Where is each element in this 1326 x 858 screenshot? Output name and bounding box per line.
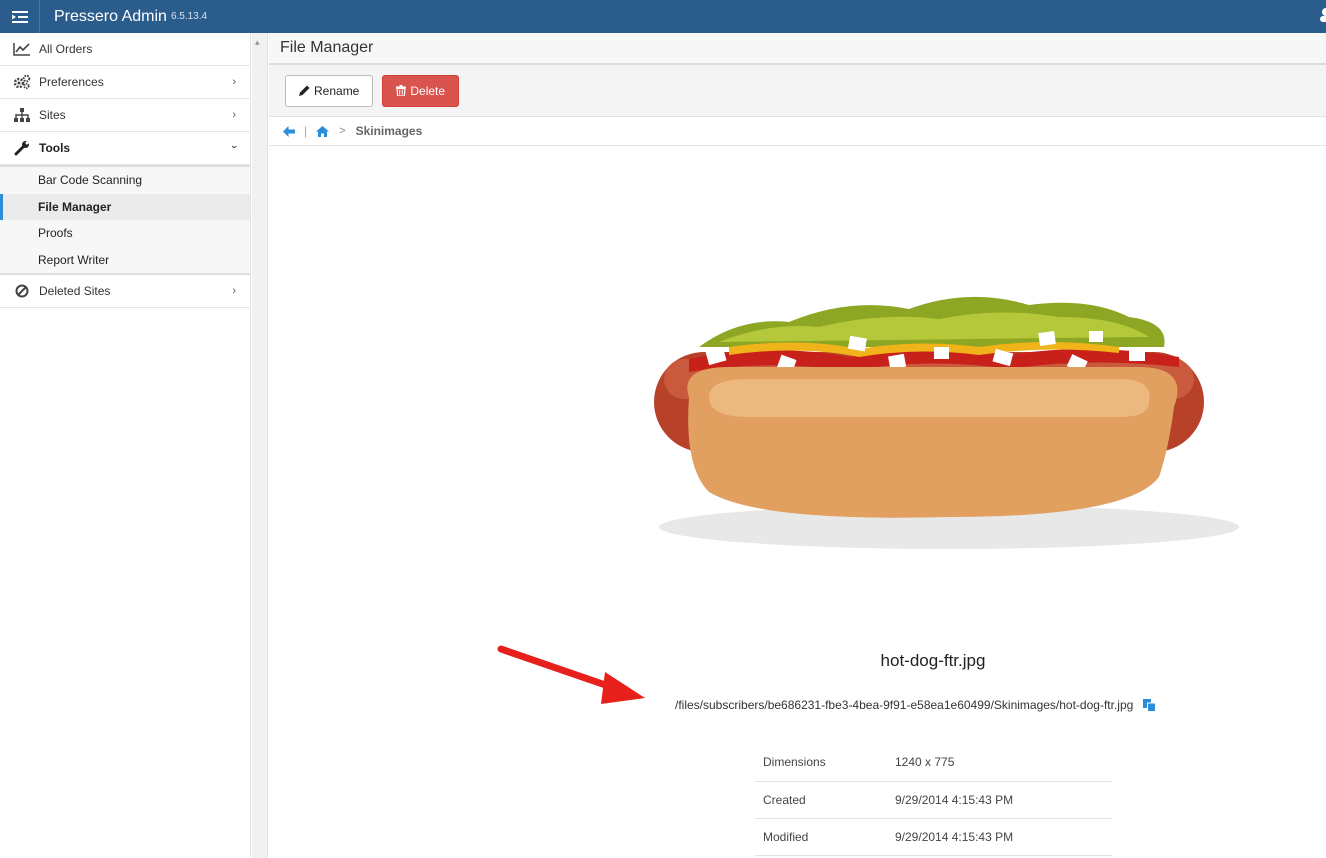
file-path-row: /files/subscribers/be686231-fbe3-4bea-9f… [675, 698, 1157, 712]
app-version: 6.5.13.4 [170, 11, 208, 22]
property-key: Dimensions [755, 744, 887, 782]
table-row: Dimensions 1240 x 775 [755, 744, 1112, 782]
sidebar-item-deleted-sites[interactable]: Deleted Sites › [0, 275, 250, 308]
wrench-icon [12, 140, 32, 156]
caret-up-icon[interactable]: ▴ [255, 37, 260, 48]
property-value: 9/29/2014 4:15:43 PM [887, 781, 1112, 819]
top-navbar: Pressero Admin 6.5.13.4 [0, 0, 1326, 33]
file-path: /files/subscribers/be686231-fbe3-4bea-9f… [675, 698, 1134, 712]
chevron-right-icon: › [232, 109, 236, 121]
sidebar-item-label: All Orders [39, 42, 93, 56]
gears-icon [12, 74, 32, 90]
rename-button[interactable]: Rename [285, 74, 374, 107]
property-value: 1240 x 775 [887, 744, 1112, 782]
sidebar-subitem-label: Report Writer [38, 252, 110, 267]
property-key: Created [755, 781, 887, 819]
rename-button-label: Rename [314, 83, 360, 98]
sidebar-subitem-label: File Manager [38, 199, 112, 214]
pencil-icon [299, 85, 310, 96]
app-title: Pressero Admin [54, 7, 167, 25]
main-content: File Manager Rename Delete | > Skinimage… [269, 33, 1326, 858]
chevron-right-icon: > [339, 125, 346, 137]
user-icon[interactable] [1318, 7, 1326, 23]
property-value: 9/29/2014 4:15:43 PM [887, 818, 1112, 856]
sidebar-toggle-button[interactable] [0, 0, 40, 33]
trash-icon [396, 85, 407, 96]
table-row: Created 9/29/2014 4:15:43 PM [755, 781, 1112, 819]
indent-icon [11, 10, 28, 23]
file-name: hot-dog-ftr.jpg [880, 651, 986, 670]
file-properties-table: Dimensions 1240 x 775 Created 9/29/2014 … [755, 744, 1112, 856]
copy-icon[interactable] [1143, 698, 1157, 712]
sidebar-subitem-label: Bar Code Scanning [38, 173, 143, 188]
sidebar-item-label: Tools [39, 141, 71, 155]
ban-icon [12, 283, 32, 299]
sidebar-item-preferences[interactable]: Preferences › [0, 66, 250, 99]
sidebar: All Orders Preferences › Sites › Tools ›… [0, 33, 251, 858]
sidebar-subitem-report-writer[interactable]: Report Writer [0, 247, 250, 274]
sidebar-item-label: Sites [39, 108, 66, 122]
chevron-down-icon: › [228, 145, 241, 149]
file-preview: hot-dog-ftr.jpg /files/subscribers/be686… [269, 147, 1326, 858]
tools-submenu: Bar Code Scanning File Manager Proofs Re… [0, 165, 250, 275]
sidebar-scrollbar[interactable]: ▴ [252, 33, 268, 858]
arrow-left-icon[interactable] [283, 125, 295, 137]
breadcrumb-current[interactable]: Skinimages [356, 124, 423, 138]
home-icon[interactable] [316, 125, 330, 137]
breadcrumb-separator: | [304, 124, 308, 138]
sidebar-subitem-proofs[interactable]: Proofs [0, 220, 250, 247]
breadcrumb: | > Skinimages [269, 117, 1326, 146]
property-key: Modified [755, 818, 887, 856]
sidebar-subitem-bar-code-scanning[interactable]: Bar Code Scanning [0, 167, 250, 194]
page-title: File Manager [269, 33, 1326, 65]
sidebar-item-label: Preferences [39, 75, 104, 89]
table-row: Modified 9/29/2014 4:15:43 PM [755, 818, 1112, 856]
line-chart-icon [12, 41, 32, 57]
chevron-right-icon: › [232, 76, 236, 88]
sidebar-subitem-file-manager[interactable]: File Manager [0, 193, 250, 220]
sidebar-item-tools[interactable]: Tools › [0, 132, 250, 165]
sidebar-item-sites[interactable]: Sites › [0, 99, 250, 132]
chevron-right-icon: › [232, 285, 236, 297]
sidebar-item-label: Deleted Sites [39, 284, 111, 298]
annotation-arrow [497, 645, 645, 704]
sidebar-item-all-orders[interactable]: All Orders [0, 33, 250, 66]
sidebar-subitem-label: Proofs [38, 226, 73, 241]
toolbar: Rename Delete [269, 65, 1326, 117]
sitemap-icon [12, 107, 32, 123]
delete-button-label: Delete [410, 83, 446, 98]
delete-button[interactable]: Delete [382, 74, 460, 107]
file-preview-image [654, 296, 1239, 549]
